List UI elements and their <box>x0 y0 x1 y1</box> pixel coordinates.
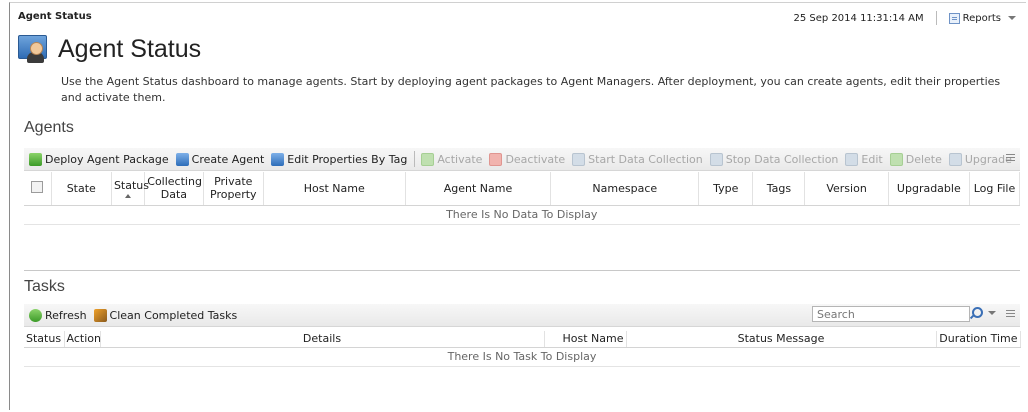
refresh-button[interactable]: Refresh <box>29 308 87 322</box>
section-divider <box>24 270 1020 271</box>
activate-button[interactable]: Activate <box>421 152 482 166</box>
tasks-table: Status Action Details Host Name Status M… <box>24 331 1021 367</box>
reports-button[interactable]: Reports <box>948 12 1016 24</box>
agents-section-title: Agents <box>24 119 74 136</box>
search-input[interactable]: Search <box>812 306 970 322</box>
upgrade-icon <box>948 152 962 166</box>
create-agent-button[interactable]: Create Agent <box>175 152 264 166</box>
broom-icon <box>93 308 107 322</box>
edit-tag-icon <box>271 152 285 166</box>
column-header-type[interactable]: Type <box>698 172 754 206</box>
agents-toolbar: Deploy Agent Package Create Agent Edit P… <box>24 148 1020 171</box>
deactivate-icon <box>489 152 503 166</box>
edit-icon <box>845 152 859 166</box>
pause-icon <box>709 152 723 166</box>
column-header-host-name[interactable]: Host Name <box>263 172 406 206</box>
search-button[interactable] <box>972 307 996 318</box>
edit-button[interactable]: Edit <box>845 152 883 166</box>
select-all-checkbox[interactable] <box>24 172 52 206</box>
breadcrumb: Agent Status <box>18 11 92 22</box>
deactivate-button[interactable]: Deactivate <box>489 152 565 166</box>
column-header-private-property[interactable]: Private Property <box>203 172 264 206</box>
activate-icon <box>421 152 435 166</box>
column-header-state[interactable]: State <box>51 172 112 206</box>
column-header-namespace[interactable]: Namespace <box>550 172 700 206</box>
column-header-action[interactable]: Action <box>64 331 101 348</box>
column-header-collecting-data[interactable]: Collecting Data <box>144 172 204 206</box>
edit-properties-by-tag-button[interactable]: Edit Properties By Tag <box>271 152 407 166</box>
stop-data-collection-button[interactable]: Stop Data Collection <box>709 152 838 166</box>
column-header-status[interactable]: Status <box>111 172 149 206</box>
toolbar-separator <box>414 151 416 167</box>
column-header-status-message[interactable]: Status Message <box>626 331 937 348</box>
column-header-duration-time[interactable]: Duration Time <box>936 331 1021 348</box>
clean-completed-tasks-button[interactable]: Clean Completed Tasks <box>93 308 237 322</box>
tasks-empty-message: There Is No Task To Display <box>24 347 1020 367</box>
header-right: 25 Sep 2014 11:31:14 AM Reports <box>794 11 1016 25</box>
tasks-section-title: Tasks <box>24 278 65 295</box>
chevron-down-icon <box>988 310 996 315</box>
column-header-log-file[interactable]: Log File <box>969 172 1021 206</box>
delete-button[interactable]: Delete <box>889 152 942 166</box>
deploy-agent-package-button[interactable]: Deploy Agent Package <box>29 152 169 166</box>
page-title: Agent Status <box>58 34 202 63</box>
refresh-icon <box>29 308 42 322</box>
divider <box>935 11 937 25</box>
agents-table: State Status Collecting Data Private Pro… <box>24 172 1021 225</box>
timestamp: 25 Sep 2014 11:31:14 AM <box>793 12 924 24</box>
column-header-upgradable[interactable]: Upgradable <box>888 172 970 206</box>
agents-empty-message: There Is No Data To Display <box>24 205 1020 225</box>
deploy-package-icon <box>29 152 42 166</box>
agent-status-icon <box>18 34 50 64</box>
start-data-collection-button[interactable]: Start Data Collection <box>572 152 703 166</box>
create-agent-icon <box>175 152 189 166</box>
search-icon <box>972 307 983 318</box>
column-header-version[interactable]: Version <box>804 172 889 206</box>
reports-icon <box>948 12 960 24</box>
title-row: Agent Status <box>18 34 201 64</box>
toolbar-menu-icon[interactable] <box>1006 310 1015 311</box>
tasks-toolbar: Refresh Clean Completed Tasks Search <box>24 304 1020 327</box>
page-description: Use the Agent Status dashboard to manage… <box>61 75 1001 104</box>
column-header-agent-name[interactable]: Agent Name <box>405 172 552 206</box>
delete-icon <box>889 152 903 166</box>
column-header-tags[interactable]: Tags <box>752 172 806 206</box>
column-header-host-name[interactable]: Host Name <box>544 331 627 348</box>
column-header-status[interactable]: Status <box>24 331 65 348</box>
play-icon <box>572 152 586 166</box>
upgrade-button[interactable]: Upgrade <box>948 152 1012 166</box>
toolbar-menu-icon[interactable] <box>1006 154 1015 155</box>
chevron-down-icon <box>1008 16 1016 20</box>
reports-label: Reports <box>962 12 1001 24</box>
column-header-details[interactable]: Details <box>100 331 545 348</box>
sort-ascending-icon <box>125 193 132 198</box>
